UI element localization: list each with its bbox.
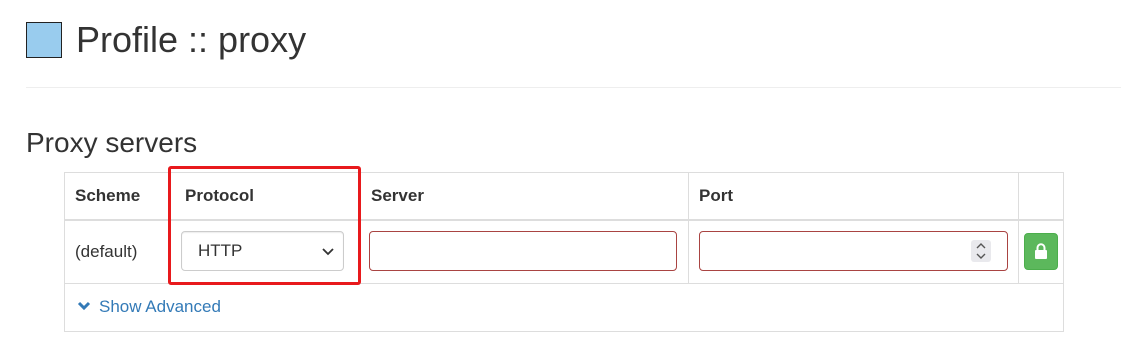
server-input[interactable] [369,231,677,271]
show-advanced-label: Show Advanced [99,297,221,316]
page-header: Profile :: proxy [26,18,306,62]
port-input[interactable] [699,231,1008,271]
chevron-down-icon [77,301,91,310]
section-title: Proxy servers [26,127,198,158]
lock-icon [1035,243,1047,259]
lock-button[interactable] [1024,233,1058,270]
actions-cell [1019,221,1063,283]
spinner-icon[interactable] [971,240,991,262]
highlight-annotation [168,166,361,285]
scheme-cell: (default) [65,221,169,283]
page-title: Profile :: proxy [76,19,307,60]
server-cell [361,221,689,283]
column-header-server: Server [361,173,689,219]
port-cell [689,221,1019,283]
profile-color-swatch [26,22,62,58]
column-header-actions [1019,173,1063,219]
show-advanced-link[interactable]: Show Advanced [77,297,221,317]
column-header-scheme: Scheme [65,173,169,219]
header-divider [26,87,1121,88]
column-header-port: Port [689,173,1019,219]
